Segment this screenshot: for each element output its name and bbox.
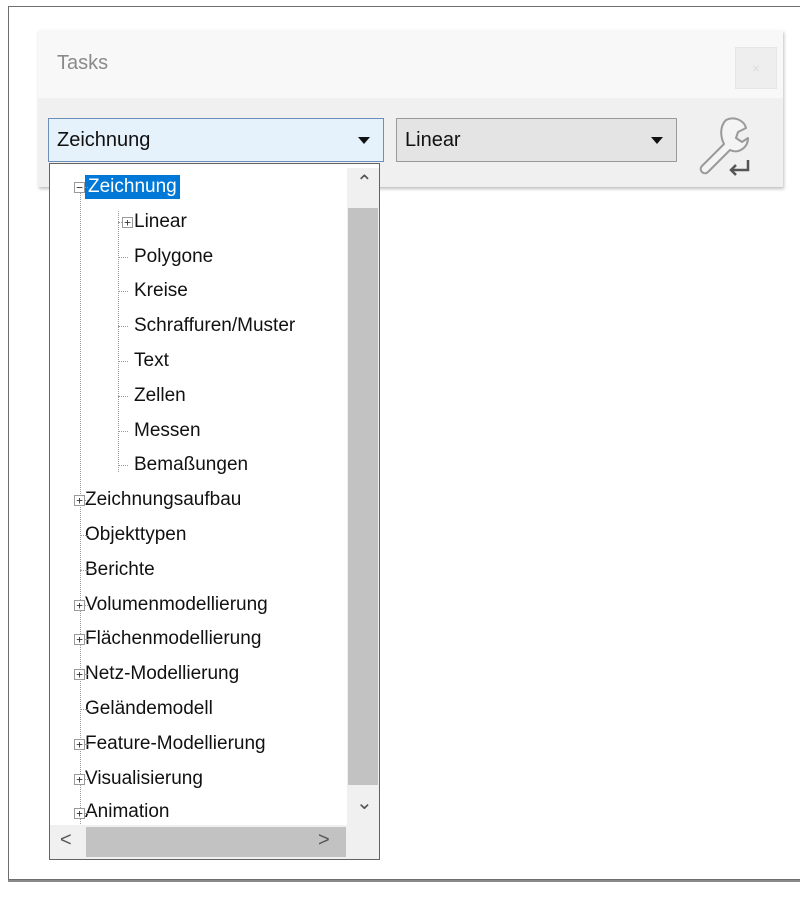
tree-item-label: Animation: [85, 801, 170, 823]
tree-item[interactable]: Bemaßungen: [134, 450, 248, 480]
scroll-up-icon[interactable]: ⌃: [356, 170, 373, 195]
tree-item[interactable]: Linear: [134, 207, 187, 237]
tree-item-label: Berichte: [85, 558, 155, 580]
expand-icon[interactable]: +: [74, 599, 85, 611]
tree-item[interactable]: Zellen: [134, 381, 186, 411]
tree-item-label: Objekttypen: [85, 524, 187, 545]
scroll-left-icon[interactable]: <: [60, 829, 72, 852]
task-category-value: Zeichnung: [57, 128, 151, 151]
tree-item-label: Polygone: [134, 245, 214, 267]
scrollbar-corner: [347, 825, 379, 859]
expand-icon[interactable]: +: [122, 216, 133, 228]
tree-item-label: Zeichnung: [85, 174, 180, 200]
horizontal-scroll-thumb[interactable]: [86, 827, 346, 857]
tree-item-label: Text: [134, 350, 169, 371]
tree-item[interactable]: Berichte: [85, 555, 155, 585]
tree-item-label: Schraffuren/Muster: [134, 315, 296, 337]
expand-icon[interactable]: +: [74, 669, 85, 681]
expand-icon[interactable]: +: [74, 773, 85, 785]
vertical-scroll-thumb[interactable]: [348, 208, 378, 785]
tree-item[interactable]: Kreise: [134, 276, 188, 306]
tree-connector: [80, 535, 88, 536]
task-subcategory-dropdown[interactable]: Linear: [396, 118, 677, 162]
scroll-right-icon[interactable]: >: [318, 829, 330, 852]
task-subcategory-value: Linear: [405, 128, 461, 151]
tree-item[interactable]: Text: [134, 346, 169, 376]
tree-item-label: Geländemodell: [85, 698, 213, 719]
chevron-down-icon: [648, 136, 666, 144]
tree-item-label: Linear: [134, 210, 187, 232]
tree-item[interactable]: Animation: [85, 798, 170, 826]
wrench-icon[interactable]: [690, 112, 752, 182]
tree-item[interactable]: Flächenmodellierung: [85, 624, 261, 654]
close-icon: ×: [751, 60, 761, 76]
tree-item[interactable]: Volumenmodellierung: [85, 590, 268, 620]
tree-item-label: Zeichnungsaufbau: [85, 489, 242, 511]
tree-item[interactable]: Zeichnungsaufbau: [85, 485, 241, 515]
tree-item[interactable]: Zeichnung: [85, 172, 180, 202]
vertical-scrollbar[interactable]: ⌃ ⌄: [347, 168, 379, 825]
tree-connector: [118, 465, 128, 467]
panel-header: Tasks ×: [38, 30, 783, 98]
task-category-dropdown[interactable]: Zeichnung: [48, 118, 384, 162]
tree-connector: [118, 361, 128, 362]
close-button[interactable]: ×: [735, 47, 777, 89]
tree-item[interactable]: Polygone: [134, 242, 213, 272]
tree-item-label: Kreise: [134, 280, 188, 302]
tree-connector: [118, 291, 128, 293]
tree-item-label: Netz-Modellierung: [85, 663, 240, 685]
collapse-icon[interactable]: −: [74, 182, 85, 193]
panel-title: Tasks: [57, 52, 109, 74]
tree-connector: [80, 569, 88, 571]
tree-connector: [118, 326, 128, 328]
tree-item[interactable]: Visualisierung: [85, 764, 203, 794]
scroll-down-icon[interactable]: ⌄: [356, 790, 373, 815]
tree-item[interactable]: Messen: [134, 416, 201, 446]
expand-icon[interactable]: +: [74, 495, 85, 507]
tree-connector: [118, 210, 119, 472]
tree-item[interactable]: Feature-Modellierung: [85, 729, 266, 759]
expand-icon[interactable]: +: [74, 738, 85, 750]
horizontal-scrollbar[interactable]: < >: [50, 825, 379, 859]
tree-item-label: Messen: [134, 419, 201, 441]
tree-item-label: Visualisierung: [85, 767, 203, 789]
tree-connector: [80, 192, 81, 826]
expand-icon[interactable]: +: [74, 808, 85, 820]
expand-icon[interactable]: +: [74, 634, 85, 646]
tree-connector: [80, 709, 88, 710]
chevron-down-icon: [355, 136, 373, 144]
tree-item-label: Volumenmodellierung: [85, 593, 268, 615]
tree-item-label: Feature-Modellierung: [85, 732, 266, 754]
tree-item-label: Zellen: [134, 384, 186, 406]
tree-connector: [118, 430, 128, 432]
tree-item[interactable]: Geländemodell: [85, 694, 213, 724]
tree-item[interactable]: Netz-Modellierung: [85, 659, 239, 689]
tree-item-label: Flächenmodellierung: [85, 628, 262, 650]
tree-connector: [118, 256, 128, 258]
tree-item-label: Bemaßungen: [134, 454, 249, 476]
tree-item[interactable]: Schraffuren/Muster: [134, 311, 295, 341]
tree-item[interactable]: Objekttypen: [85, 520, 186, 550]
tree-connector: [118, 395, 128, 397]
